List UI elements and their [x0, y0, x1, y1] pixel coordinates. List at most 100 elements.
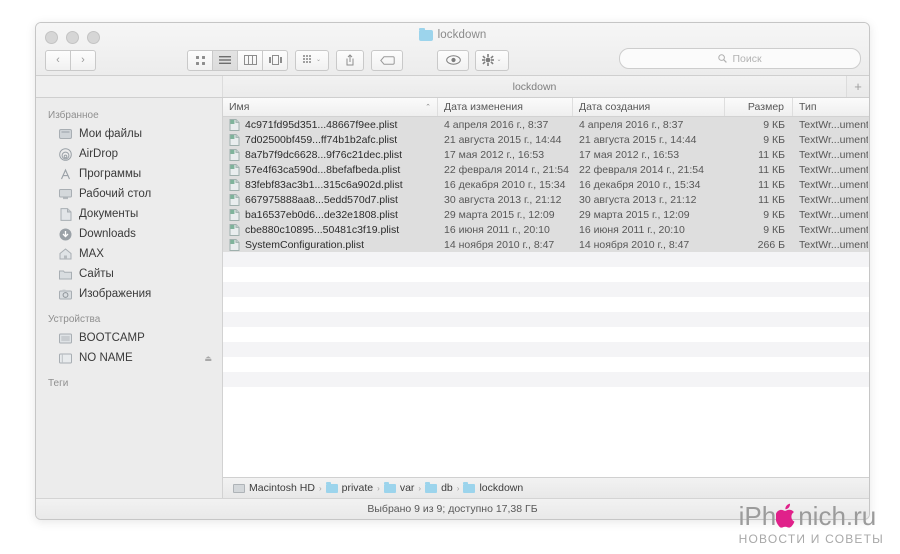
cell-name: 7d02500bf459...ff74b1b2afc.plist: [223, 134, 438, 146]
arrange-icon: [303, 55, 314, 66]
table-row[interactable]: 57e4f63ca590d...8befafbeda.plist22 февра…: [223, 162, 869, 177]
sidebar-item-no-name[interactable]: NO NAME ⏏: [36, 348, 222, 368]
breadcrumb-separator: ›: [319, 484, 322, 493]
watermark-subtitle: НОВОСТИ И СОВЕТЫ: [739, 532, 884, 546]
cell-created: 21 августа 2015 г., 14:44: [573, 134, 725, 146]
search-input[interactable]: Поиск: [619, 48, 861, 69]
cell-kind: TextWr...ument: [793, 164, 868, 176]
airdrop-icon: [58, 147, 73, 161]
empty-row: [223, 297, 869, 312]
breadcrumb-private[interactable]: private: [326, 482, 374, 494]
folder-icon: [326, 484, 338, 493]
cell-size: 9 КБ: [725, 119, 793, 131]
tag-button[interactable]: [371, 50, 403, 71]
column-view-button[interactable]: [238, 50, 263, 71]
my-files-icon: [58, 127, 73, 141]
sidebar-item-label: AirDrop: [79, 148, 118, 160]
cell-size: 9 КБ: [725, 134, 793, 146]
breadcrumb-separator: ›: [457, 484, 460, 493]
coverflow-view-button[interactable]: [263, 50, 288, 71]
forward-button[interactable]: ›: [71, 50, 96, 71]
sidebar-item-documents[interactable]: Документы: [36, 204, 222, 224]
breadcrumb-label: db: [441, 482, 453, 494]
sidebar-item-pictures[interactable]: Изображения: [36, 284, 222, 304]
cell-modified: 17 мая 2012 г., 16:53: [438, 149, 573, 161]
table-row[interactable]: 4c971fd95d351...48667f9ee.plist4 апреля …: [223, 117, 869, 132]
coverflow-view-icon: [269, 55, 282, 65]
sidebar-item-label: Сайты: [79, 268, 114, 280]
sidebar-item-label: Downloads: [79, 228, 136, 240]
cell-modified: 21 августа 2015 г., 14:44: [438, 134, 573, 146]
cell-size: 11 КБ: [725, 149, 793, 161]
eject-icon[interactable]: ⏏: [204, 354, 212, 363]
share-button[interactable]: [336, 50, 364, 71]
table-row[interactable]: 8a7b7f9dc6628...9f76c21dec.plist17 мая 2…: [223, 147, 869, 162]
icon-view-button[interactable]: [187, 50, 213, 71]
list-view-button[interactable]: [213, 50, 238, 71]
screenshot-root: lockdown ‹ ›: [0, 0, 900, 554]
cell-modified: 29 марта 2015 г., 12:09: [438, 209, 573, 221]
maximize-button[interactable]: [87, 31, 100, 44]
column-header-label: Имя: [229, 101, 249, 113]
breadcrumb-db[interactable]: db: [425, 482, 453, 494]
table-row[interactable]: SystemConfiguration.plist14 ноября 2010 …: [223, 237, 869, 252]
column-header-label: Размер: [748, 101, 784, 113]
navigation-buttons: ‹ ›: [45, 50, 96, 71]
column-header-modified[interactable]: Дата изменения: [438, 98, 573, 116]
sidebar-section-tags-header: Теги: [36, 374, 222, 392]
breadcrumb-var[interactable]: var: [384, 482, 415, 494]
plist-file-icon: [229, 134, 240, 146]
tab-lockdown[interactable]: lockdown: [223, 76, 846, 97]
plist-file-icon: [229, 224, 240, 236]
close-button[interactable]: [45, 31, 58, 44]
cell-name: 83febf83ac3b1...315c6a902d.plist: [223, 179, 438, 191]
cell-size: 11 КБ: [725, 194, 793, 206]
column-header-label: Дата изменения: [444, 101, 523, 113]
empty-row: [223, 267, 869, 282]
back-button[interactable]: ‹: [45, 50, 71, 71]
column-header-created[interactable]: Дата создания: [573, 98, 725, 116]
cell-modified: 22 февраля 2014 г., 21:54: [438, 164, 573, 176]
window-titlebar: lockdown ‹ ›: [36, 23, 869, 76]
sites-folder-icon: [58, 267, 73, 281]
documents-icon: [58, 207, 73, 221]
sidebar-item-sites[interactable]: Сайты: [36, 264, 222, 284]
applications-icon: [58, 167, 73, 181]
breadcrumb-label: private: [342, 482, 374, 494]
minimize-button[interactable]: [66, 31, 79, 44]
table-row[interactable]: 7d02500bf459...ff74b1b2afc.plist21 авгус…: [223, 132, 869, 147]
icon-view-icon: [195, 55, 206, 66]
breadcrumb-macintosh-hd[interactable]: Macintosh HD: [233, 482, 315, 494]
breadcrumb-lockdown[interactable]: lockdown: [463, 482, 523, 494]
new-tab-button[interactable]: +: [846, 76, 869, 97]
sidebar-item-airdrop[interactable]: AirDrop: [36, 144, 222, 164]
table-row[interactable]: ba16537eb0d6...de32e1808.plist29 марта 2…: [223, 207, 869, 222]
preview-button[interactable]: [437, 50, 469, 71]
cell-kind: TextWr...ument: [793, 239, 868, 251]
sidebar-item-label: Программы: [79, 168, 141, 180]
arrange-button[interactable]: ⌄: [295, 50, 329, 71]
column-header-name[interactable]: Имя ⌃: [223, 98, 438, 116]
sidebar-item-max[interactable]: MAX: [36, 244, 222, 264]
sidebar-item-desktop[interactable]: Рабочий стол: [36, 184, 222, 204]
column-header-kind[interactable]: Тип: [793, 98, 868, 116]
cell-created: 17 мая 2012 г., 16:53: [573, 149, 725, 161]
cell-modified: 14 ноября 2010 г., 8:47: [438, 239, 573, 251]
cell-name: 667975888aa8...5edd570d7.plist: [223, 194, 438, 206]
table-row[interactable]: cbe880c10895...50481c3f19.plist16 июня 2…: [223, 222, 869, 237]
sidebar-item-downloads[interactable]: Downloads: [36, 224, 222, 244]
cell-created: 16 июня 2011 г., 20:10: [573, 224, 725, 236]
column-header-size[interactable]: Размер: [725, 98, 793, 116]
sidebar-item-applications[interactable]: Программы: [36, 164, 222, 184]
sidebar-item-bootcamp[interactable]: BOOTCAMP: [36, 328, 222, 348]
cell-created: 16 декабря 2010 г., 15:34: [573, 179, 725, 191]
cell-modified: 4 апреля 2016 г., 8:37: [438, 119, 573, 131]
action-button[interactable]: ⌄: [475, 50, 509, 71]
folder-icon: [419, 30, 433, 41]
cell-modified: 16 июня 2011 г., 20:10: [438, 224, 573, 236]
table-row[interactable]: 83febf83ac3b1...315c6a902d.plist 16 декаб…: [223, 177, 869, 192]
table-row[interactable]: 667975888aa8...5edd570d7.plist30 августа…: [223, 192, 869, 207]
sidebar-item-my-files[interactable]: Мои файлы: [36, 124, 222, 144]
cell-name: cbe880c10895...50481c3f19.plist: [223, 224, 438, 236]
breadcrumb-label: var: [400, 482, 415, 494]
